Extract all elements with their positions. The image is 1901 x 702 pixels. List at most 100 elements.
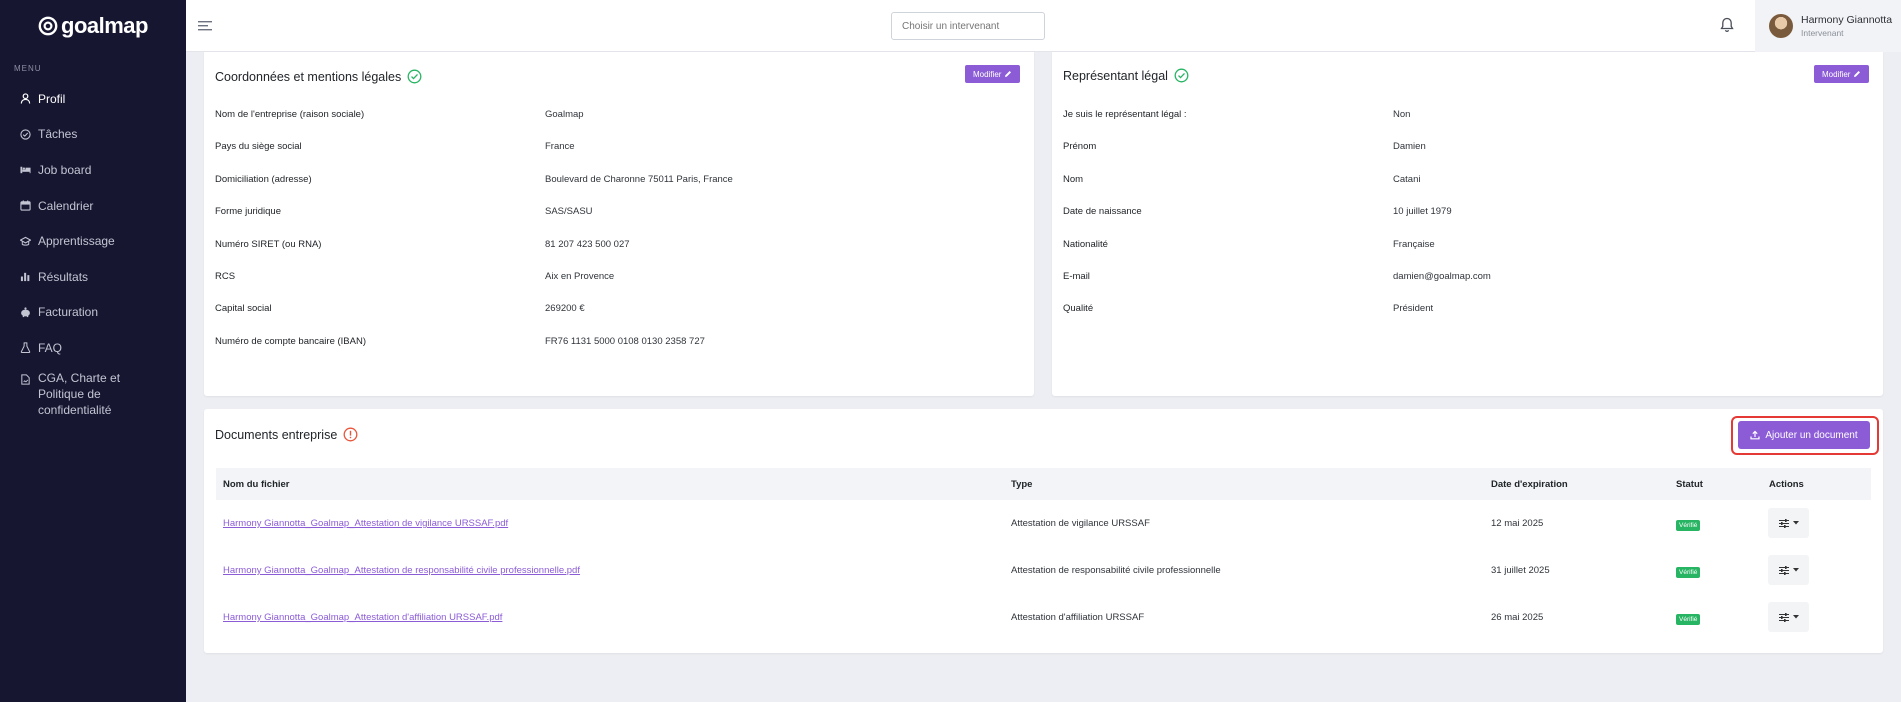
legal-edit-button[interactable]: Modifier [1814, 65, 1870, 83]
sidebar-item-label: Apprentissage [38, 234, 115, 249]
avatar [1769, 14, 1793, 38]
document-expiry: 31 juillet 2025 [1491, 565, 1550, 576]
document-file-link[interactable]: Harmony Giannotta_Goalmap_Attestation d'… [223, 612, 502, 623]
info-label: Domiciliation (adresse) [215, 173, 312, 185]
info-value: Française [1393, 238, 1435, 250]
sidebar-item-label: Job board [38, 162, 92, 177]
info-value: 81 207 423 500 027 [545, 238, 630, 250]
document-file-link[interactable]: Harmony Giannotta_Goalmap_Attestation de… [223, 565, 580, 576]
info-label: Numéro de compte bancaire (IBAN) [215, 335, 367, 347]
add-document-button[interactable]: Ajouter un document [1738, 421, 1870, 449]
info-value: Goalmap [545, 109, 584, 120]
hamburger-menu-icon[interactable] [198, 19, 214, 37]
user-menu[interactable]: Harmony Giannotta Intervenant [1755, 0, 1901, 52]
info-value: 10 juillet 1979 [1393, 206, 1452, 218]
table-row: Harmony Giannotta_Goalmap_Attestation de… [216, 500, 1871, 547]
column-header-file: Nom du fichier [223, 479, 290, 490]
info-label: Date de naissance [1063, 206, 1142, 218]
info-row: Numéro SIRET (ou RNA) 81 207 423 500 027 [215, 239, 1015, 250]
logo[interactable]: goalmap [0, 0, 186, 52]
pencil-icon [1005, 71, 1012, 77]
status-badge: Vérifié [1676, 614, 1701, 625]
intervenant-select-input[interactable] [891, 12, 1045, 40]
company-info-title: Coordonnées et mentions légales [215, 69, 422, 84]
graduation-icon [20, 236, 38, 247]
info-label: E-mail [1063, 271, 1090, 282]
file-signature-icon [20, 374, 38, 385]
sidebar-item-taches[interactable]: Tâches [0, 117, 186, 153]
sidebar-item-calendrier[interactable]: Calendrier [0, 188, 186, 224]
info-row: Nom de l'entreprise (raison sociale) Goal… [215, 109, 1015, 120]
info-label: Prénom [1063, 141, 1097, 153]
info-label: Je suis le représentant légal : [1063, 109, 1187, 120]
info-value: Damien [1393, 141, 1426, 153]
info-row: Capital social 269200 € [215, 303, 1015, 314]
bell-icon[interactable] [1720, 17, 1734, 38]
status-badge: Vérifié [1676, 567, 1701, 578]
calendar-icon [20, 200, 38, 211]
info-value: 269200 € [545, 303, 585, 315]
info-row: Nationalité Française [1063, 239, 1863, 250]
column-header-expiry: Date d'expiration [1491, 479, 1568, 490]
goalmap-logo-icon [38, 16, 58, 36]
caret-down-icon [1792, 568, 1799, 572]
flask-icon [20, 342, 38, 354]
document-file-link[interactable]: Harmony Giannotta_Goalmap_Attestation de… [223, 518, 508, 529]
sliders-icon [1778, 612, 1789, 622]
document-expiry: 12 mai 2025 [1491, 518, 1544, 529]
info-label: Numéro SIRET (ou RNA) [215, 238, 322, 250]
topbar: Harmony Giannotta Intervenant [186, 0, 1901, 52]
status-badge: Vérifié [1676, 520, 1701, 531]
sidebar-item-profil[interactable]: Profil [0, 81, 186, 117]
info-value: FR76 1131 5000 0108 0130 2358 727 [545, 335, 705, 347]
caret-down-icon [1792, 615, 1799, 619]
info-row: Je suis le représentant légal : Non [1063, 109, 1863, 120]
sidebar-item-label: Résultats [38, 269, 89, 284]
company-info-card: Coordonnées et mentions légales Modifier… [204, 52, 1034, 396]
info-label: Qualité [1063, 303, 1094, 315]
documents-title: Documents entreprise [215, 427, 358, 442]
info-value: damien@goalmap.com [1393, 271, 1491, 282]
sidebar-item-cga[interactable]: CGA, Charte et Politique de confidential… [0, 366, 186, 417]
company-edit-button[interactable]: Modifier [965, 65, 1021, 83]
row-actions-dropdown-button[interactable] [1768, 602, 1809, 632]
info-row: Numéro de compte bancaire (IBAN) FR76 113… [215, 336, 1015, 347]
info-row: Nom Catani [1063, 174, 1863, 185]
info-label: Nom de l'entreprise (raison sociale) [215, 109, 365, 120]
document-type: Attestation de responsabilité civile pro… [1011, 565, 1221, 576]
piggy-bank-icon [20, 307, 38, 318]
row-actions-dropdown-button[interactable] [1768, 508, 1809, 538]
info-label: Nom [1063, 173, 1084, 185]
sliders-icon [1778, 518, 1789, 528]
user-role: Intervenant [1801, 28, 1844, 38]
document-expiry: 26 mai 2025 [1491, 612, 1544, 623]
info-value: SAS/SASU [545, 206, 593, 218]
info-value: Président [1393, 303, 1434, 315]
sidebar-item-resultats[interactable]: Résultats [0, 259, 186, 295]
info-value: France [545, 141, 575, 153]
info-label: Forme juridique [215, 206, 281, 218]
column-header-status: Statut [1676, 479, 1703, 490]
sidebar-item-apprentissage[interactable]: Apprentissage [0, 223, 186, 259]
sidebar-item-label: Profil [38, 91, 66, 106]
info-label: RCS [215, 271, 236, 282]
sidebar-item-facturation[interactable]: Facturation [0, 295, 186, 331]
info-row: Pays du siège social France [215, 141, 1015, 152]
info-row: Forme juridique SAS/SASU [215, 206, 1015, 217]
sidebar: goalmap MENU Profil Tâches Job board Cal… [0, 0, 186, 702]
sidebar-item-faq[interactable]: FAQ [0, 330, 186, 366]
row-actions-dropdown-button[interactable] [1768, 555, 1809, 585]
document-type: Attestation de vigilance URSSAF [1011, 518, 1150, 529]
sidebar-item-label: FAQ [38, 340, 63, 355]
sidebar-item-job-board[interactable]: Job board [0, 152, 186, 188]
sliders-icon [1778, 565, 1789, 575]
sidebar-item-label: CGA, Charte et Politique de confidential… [38, 370, 121, 417]
pencil-icon [1854, 71, 1861, 77]
info-value: Boulevard de Charonne 75011 Paris, Franc… [545, 173, 733, 185]
info-row: Domiciliation (adresse) Boulevard de Char… [215, 174, 1015, 185]
info-label: Pays du siège social [215, 141, 302, 153]
legal-representative-title: Représentant légal [1063, 68, 1189, 83]
column-header-type: Type [1011, 479, 1033, 490]
warning-circle-icon [343, 427, 358, 442]
info-row: E-mail damien@goalmap.com [1063, 271, 1863, 282]
